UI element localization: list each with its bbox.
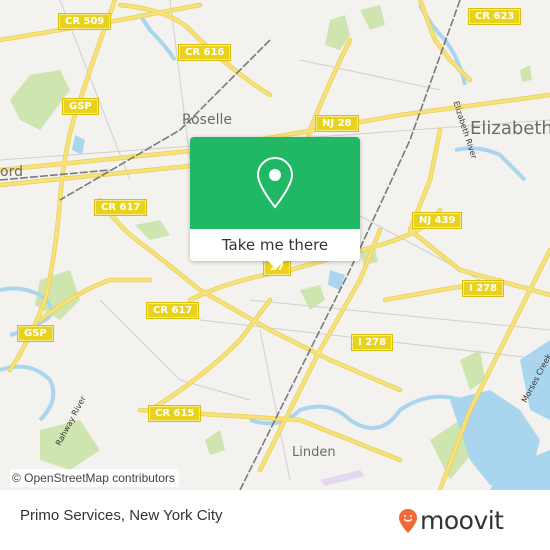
- road-shield-cr-509: CR 509: [59, 14, 111, 29]
- popup-pointer: [268, 261, 284, 269]
- map-canvas[interactable]: CR 509 CR 616 CR 623 GSP NJ 28 CR 617 NJ…: [0, 0, 550, 490]
- popup-header: [190, 137, 360, 229]
- take-me-there-button[interactable]: Take me there: [190, 229, 360, 261]
- place-label-elizabeth: Elizabeth: [470, 118, 550, 139]
- place-label-roselle: Roselle: [182, 112, 232, 128]
- footer-bar: Primo Services, New York City moovit: [0, 490, 550, 550]
- road-shield-nj-439: NJ 439: [413, 213, 462, 228]
- road-shield-cr-617-south: CR 617: [147, 303, 199, 318]
- road-shield-i-278-east: I 278: [463, 281, 504, 296]
- location-pin-icon: [256, 156, 294, 209]
- road-shield-gsp-north: GSP: [63, 99, 98, 114]
- place-title: Primo Services, New York City: [20, 507, 223, 524]
- road-shield-nj-28: NJ 28: [316, 116, 358, 131]
- airport-strip: [320, 470, 365, 486]
- moovit-logo[interactable]: moovit: [398, 508, 504, 534]
- brand-name: moovit: [420, 506, 504, 535]
- road-shield-cr-623: CR 623: [469, 9, 521, 24]
- road-shield-cr-617-north: CR 617: [95, 200, 147, 215]
- place-label-linden: Linden: [292, 445, 336, 460]
- map-attribution[interactable]: © OpenStreetMap contributors: [10, 469, 179, 487]
- place-label-cranford: ord: [0, 164, 23, 180]
- moovit-smile-pin-icon: [399, 509, 417, 533]
- road-shield-cr-615: CR 615: [149, 406, 201, 421]
- location-popup: Take me there: [190, 137, 360, 269]
- road-shield-cr-616: CR 616: [179, 45, 231, 60]
- road-shield-gsp-south: GSP: [18, 326, 53, 341]
- road-shield-i-278-south: I 278: [352, 335, 393, 350]
